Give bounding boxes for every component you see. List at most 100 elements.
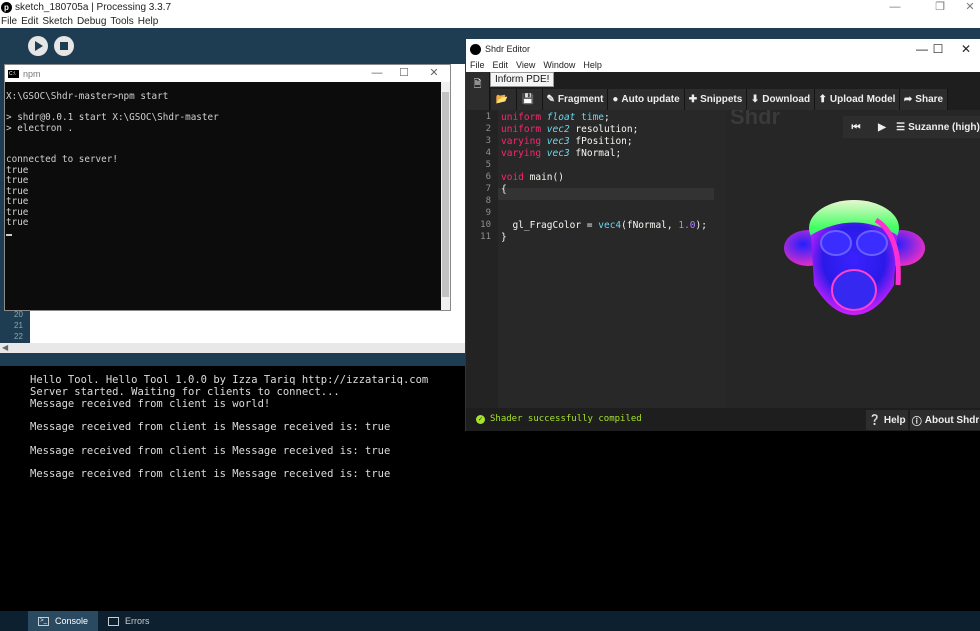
errors-tab[interactable]: Errors xyxy=(98,611,160,631)
npm-line xyxy=(6,133,441,144)
code-line: { xyxy=(501,184,507,195)
snippets-label: Snippets xyxy=(700,94,743,105)
upload-model-button[interactable]: ⬆ Upload Model xyxy=(815,89,900,110)
pde-footer: >_ Console Errors xyxy=(0,611,980,631)
fragment-button[interactable]: ✎ Fragment xyxy=(543,89,608,110)
compile-status-text: Shader successfully compiled xyxy=(490,414,642,424)
new-file-button[interactable]: 🗎 xyxy=(466,72,490,110)
code-line: } xyxy=(501,232,507,243)
npm-line: connected to server! xyxy=(6,154,118,165)
console-tab[interactable]: >_ Console xyxy=(28,611,99,631)
line-number: 8 xyxy=(485,196,491,206)
question-icon: ❔ xyxy=(868,414,881,426)
snippets-button[interactable]: ✚ Snippets xyxy=(685,89,747,110)
cmd-icon: C:\ xyxy=(8,69,19,78)
line-number: 2 xyxy=(485,124,491,134)
code-line: void main() xyxy=(501,172,564,183)
npm-line xyxy=(6,102,441,113)
pde-titlebar: p sketch_180705a | Processing 3.3.7 — ❐ … xyxy=(0,0,980,15)
code-line: gl_FragColor = vec4(fNormal, 1.0); xyxy=(512,220,707,231)
console-tab-label: Console xyxy=(55,616,89,626)
console-line: Message received from client is Message … xyxy=(30,444,391,457)
shdr-menu-view[interactable]: View xyxy=(516,59,535,72)
gutter-line-number: 22 xyxy=(14,332,23,341)
suzanne-muzzle xyxy=(831,269,877,311)
gutter-line-number: 20 xyxy=(14,310,23,319)
fragment-label: Fragment xyxy=(557,94,604,105)
line-number: 9 xyxy=(485,208,491,218)
about-label: About Shdr xyxy=(924,414,980,426)
auto-update-toggle[interactable]: ● Auto update xyxy=(608,89,685,110)
npm-line: > shdr@0.0.1 start X:\GSOC\Shdr-master xyxy=(6,112,219,123)
npm-scrollbar[interactable] xyxy=(441,82,450,310)
toggle-dot-icon: ● xyxy=(612,94,619,105)
npm-line xyxy=(6,144,441,155)
line-number: 7 xyxy=(485,184,491,194)
pde-menu-edit[interactable]: Edit xyxy=(21,15,38,28)
pde-close-button[interactable]: ✕ xyxy=(955,0,980,15)
help-label: Help xyxy=(883,414,906,426)
code-line: varying vec3 fNormal; xyxy=(501,148,622,159)
pde-menu-tools[interactable]: Tools xyxy=(110,15,133,28)
shader-code-editor[interactable]: 1 2 3 4 5 6 7 8 9 10 11 uniform float ti… xyxy=(466,110,726,408)
shdr-menu-edit[interactable]: Edit xyxy=(493,59,509,72)
pde-horizontal-scrollbar[interactable]: ◀ xyxy=(0,343,465,353)
pde-maximize-button[interactable]: ❐ xyxy=(925,0,955,15)
pde-menu-help[interactable]: Help xyxy=(138,15,159,28)
suzanne-left-eye xyxy=(820,230,852,256)
pencil-icon: ✎ xyxy=(546,94,555,105)
folder-open-icon: 📂 xyxy=(495,94,509,105)
about-button[interactable]: ⓘ About Shdr xyxy=(910,410,980,430)
npm-maximize-button[interactable]: ☐ xyxy=(389,65,419,82)
console-line: Message received from client is Message … xyxy=(30,468,391,481)
pde-minimize-button[interactable]: — xyxy=(880,0,910,15)
inform-pde-tooltip[interactable]: Inform PDE! xyxy=(490,72,555,87)
help-button[interactable]: ❔ Help xyxy=(866,410,908,430)
upload-model-label: Upload Model xyxy=(829,94,896,105)
run-button[interactable] xyxy=(28,36,48,56)
shdr-menu-help[interactable]: Help xyxy=(583,59,602,72)
check-circle-icon: ✓ xyxy=(476,414,485,424)
save-icon: 💾 xyxy=(521,94,535,105)
npm-line: X:\GSOC\Shdr-master>npm start xyxy=(6,91,169,102)
line-number: 4 xyxy=(485,148,491,158)
shdr-close-button[interactable]: ✕ xyxy=(951,39,980,59)
npm-line: true xyxy=(6,175,29,186)
line-number: 5 xyxy=(485,160,491,170)
npm-scrollbar-thumb[interactable] xyxy=(442,92,449,297)
shdr-menu-window[interactable]: Window xyxy=(543,59,575,72)
code-line: uniform vec2 resolution; xyxy=(501,124,639,135)
suzanne-model xyxy=(784,200,925,315)
npm-minimize-button[interactable]: — xyxy=(362,65,392,82)
share-icon: ➦ xyxy=(903,94,913,105)
shdr-maximize-button[interactable]: ☐ xyxy=(923,39,953,59)
shdr-statusbar: ✓ Shader successfully compiled ❔ Help ⓘ Ab… xyxy=(466,408,980,431)
stop-button[interactable] xyxy=(54,36,74,56)
npm-window-title: npm xyxy=(23,68,41,79)
active-line-highlight xyxy=(498,188,714,200)
shdr-menubar: File Edit View Window Help xyxy=(466,59,980,72)
auto-update-label: Auto update xyxy=(621,94,680,105)
npm-close-button[interactable]: ✕ xyxy=(419,65,449,82)
download-icon: ⬇ xyxy=(750,94,760,105)
console-icon: >_ xyxy=(38,616,49,626)
code-line: varying vec3 fPosition; xyxy=(501,136,633,147)
shdr-app-icon xyxy=(470,43,481,55)
shader-preview[interactable]: Shdr ⏮ ▶ ☰ Suzanne (high) xyxy=(726,110,980,408)
plus-icon: ✚ xyxy=(688,94,698,105)
download-button[interactable]: ⬇ Download xyxy=(747,89,815,110)
shdr-menu-file[interactable]: File xyxy=(470,59,485,72)
share-button[interactable]: ➦ Share xyxy=(900,89,948,110)
suzanne-right-eye xyxy=(856,230,888,256)
file-icon: 🗎 xyxy=(473,79,482,90)
pde-menu-file[interactable]: File xyxy=(1,15,17,28)
pde-menu-sketch[interactable]: Sketch xyxy=(42,15,73,28)
npm-output[interactable]: X:\GSOC\Shdr-master>npm start > shdr@0.0… xyxy=(5,82,441,310)
save-button[interactable]: 💾 xyxy=(517,89,543,110)
npm-line: true xyxy=(6,206,29,218)
shdr-window-title: Shdr Editor xyxy=(485,44,531,54)
open-button[interactable]: 📂 xyxy=(491,89,517,110)
line-number: 11 xyxy=(480,232,491,242)
pde-menu-debug[interactable]: Debug xyxy=(77,15,106,28)
